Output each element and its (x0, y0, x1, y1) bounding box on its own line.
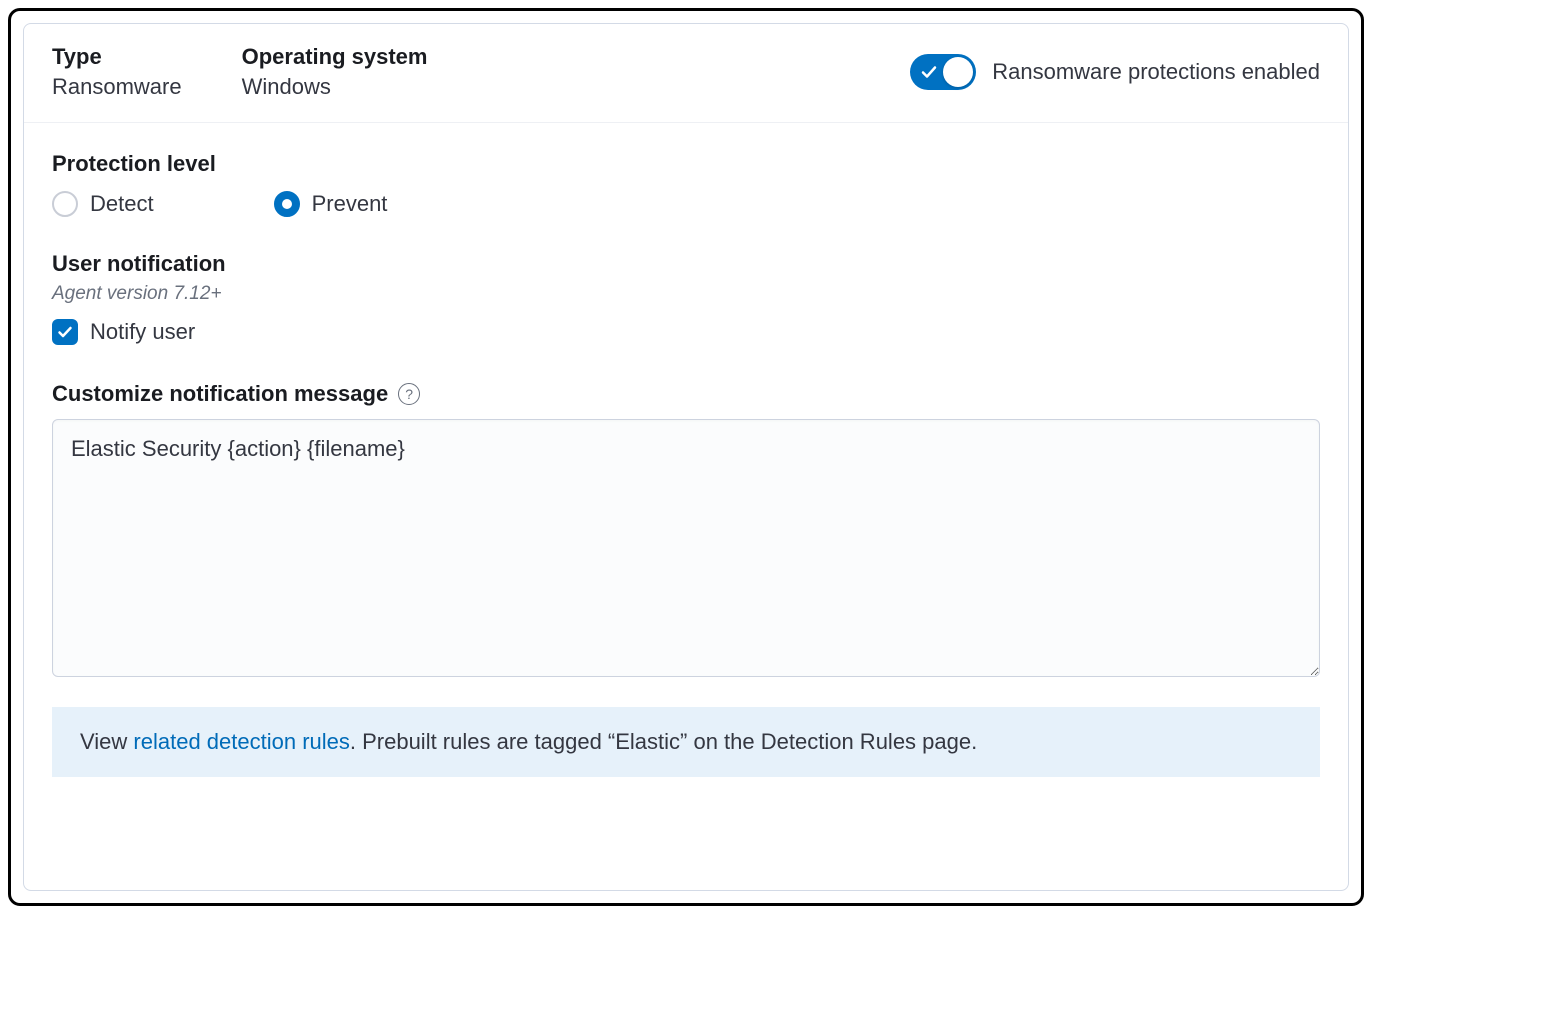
header-toggle-group: Ransomware protections enabled (910, 54, 1320, 90)
toggle-label: Ransomware protections enabled (992, 59, 1320, 85)
callout-suffix: . Prebuilt rules are tagged “Elastic” on… (350, 729, 977, 754)
user-notification-subtitle: Agent version 7.12+ (52, 283, 1320, 305)
protections-toggle[interactable] (910, 54, 976, 90)
os-value: Windows (242, 74, 428, 100)
outer-frame: Type Ransomware Operating system Windows… (8, 8, 1364, 906)
panel-header: Type Ransomware Operating system Windows… (24, 24, 1348, 123)
help-icon[interactable]: ? (398, 383, 420, 405)
type-block: Type Ransomware (52, 44, 182, 100)
callout-prefix: View (80, 729, 133, 754)
radio-inner (282, 199, 292, 209)
radio-label-prevent: Prevent (312, 191, 388, 217)
os-label: Operating system (242, 44, 428, 70)
notify-user-label: Notify user (90, 319, 195, 345)
toggle-knob (943, 57, 973, 87)
radio-circle-detect (52, 191, 78, 217)
notify-user-checkbox-row[interactable]: Notify user (52, 319, 1320, 345)
settings-panel: Type Ransomware Operating system Windows… (23, 23, 1349, 891)
protection-level-title: Protection level (52, 151, 1320, 177)
check-icon (57, 324, 73, 340)
customize-title-row: Customize notification message ? (52, 381, 1320, 407)
panel-body: Protection level Detect Prevent User not… (24, 123, 1348, 890)
type-label: Type (52, 44, 182, 70)
radio-label-detect: Detect (90, 191, 154, 217)
os-block: Operating system Windows (242, 44, 428, 100)
check-icon (921, 64, 937, 80)
related-detection-rules-link[interactable]: related detection rules (133, 729, 349, 754)
customize-title: Customize notification message (52, 381, 388, 407)
user-notification-title: User notification (52, 251, 1320, 277)
radio-prevent[interactable]: Prevent (274, 191, 388, 217)
radio-circle-prevent (274, 191, 300, 217)
type-value: Ransomware (52, 74, 182, 100)
notify-user-checkbox (52, 319, 78, 345)
protection-level-radios: Detect Prevent (52, 191, 1320, 217)
header-info: Type Ransomware Operating system Windows (52, 44, 427, 100)
notification-message-textarea[interactable] (52, 419, 1320, 677)
radio-detect[interactable]: Detect (52, 191, 154, 217)
detection-rules-callout: View related detection rules. Prebuilt r… (52, 707, 1320, 777)
